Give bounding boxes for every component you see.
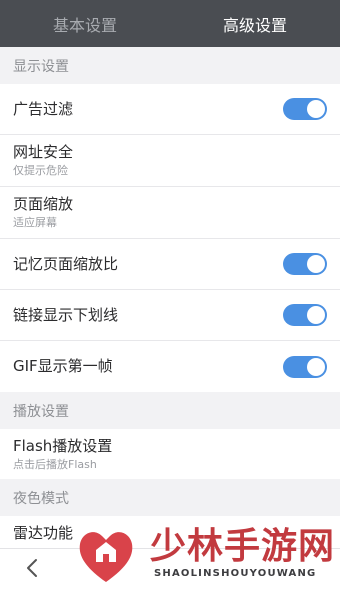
setting-url-safety[interactable]: 网址安全 仅提示危险 [0, 135, 340, 187]
setting-flash-playback[interactable]: Flash播放设置 点击后播放Flash [0, 429, 340, 479]
setting-gif-first-frame[interactable]: GIF显示第一帧 [0, 341, 340, 392]
setting-subtitle: 仅提示危险 [13, 164, 68, 177]
settings-list: 显示设置 广告过滤 网址安全 仅提示危险 页面缩放 适应屏幕 记忆页面缩放比 链… [0, 47, 340, 566]
gif-first-frame-toggle[interactable] [283, 355, 327, 378]
watermark-subtitle: SHAOLINSHOUYOUWANG [154, 568, 317, 579]
back-arrow-icon[interactable] [22, 557, 44, 579]
toggle-knob [307, 100, 325, 118]
setting-remember-zoom[interactable]: 记忆页面缩放比 [0, 239, 340, 290]
ad-filter-toggle[interactable] [283, 98, 327, 120]
toggle-knob [307, 255, 325, 273]
setting-ad-filter[interactable]: 广告过滤 [0, 84, 340, 135]
watermark-logo-icon [79, 532, 133, 582]
settings-tab-bar: 基本设置 高级设置 [0, 0, 340, 47]
site-watermark: 少林手游网 SHAOLINSHOUYOUWANG [74, 520, 340, 588]
setting-subtitle: 点击后播放Flash [13, 457, 97, 471]
toggle-knob [307, 306, 325, 324]
setting-link-underline[interactable]: 链接显示下划线 [0, 290, 340, 341]
setting-title: Flash播放设置 [13, 436, 113, 455]
setting-subtitle: 适应屏幕 [13, 216, 57, 229]
tab-advanced-settings[interactable]: 高级设置 [170, 0, 340, 47]
section-header-display: 显示设置 [0, 47, 340, 84]
setting-page-zoom[interactable]: 页面缩放 适应屏幕 [0, 187, 340, 239]
setting-title: 网址安全 [13, 143, 74, 161]
link-underline-toggle[interactable] [283, 304, 327, 326]
watermark-title: 少林手游网 [150, 525, 336, 567]
remember-zoom-toggle[interactable] [283, 253, 327, 275]
toggle-knob [307, 357, 325, 376]
section-header-night-mode: 夜色模式 [0, 479, 340, 516]
section-header-playback: 播放设置 [0, 392, 340, 429]
tab-basic-settings[interactable]: 基本设置 [0, 0, 170, 47]
setting-title: 页面缩放 [13, 195, 74, 213]
